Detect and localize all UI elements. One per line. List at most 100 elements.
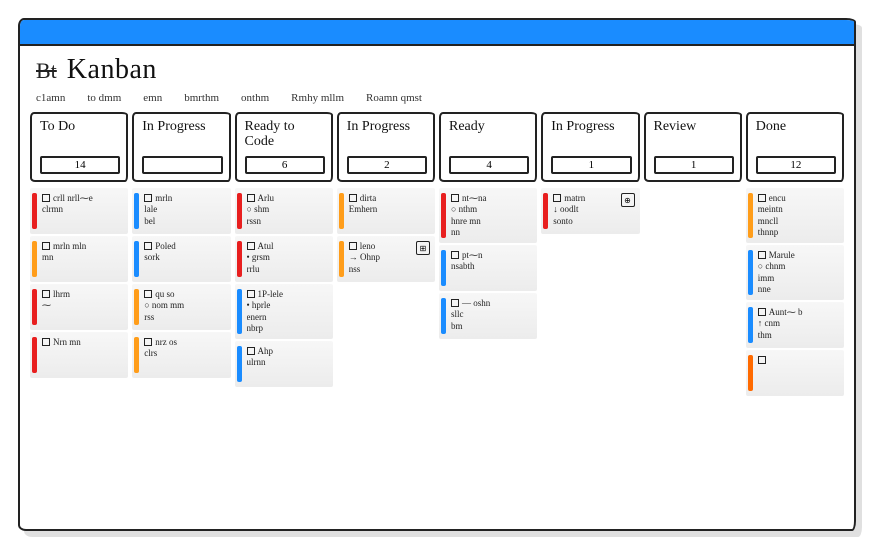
column-title: Done — [756, 120, 836, 135]
kanban-card[interactable]: Poled sork — [132, 236, 230, 282]
card-body: pt⁓n nsabth — [451, 250, 531, 286]
crumb-item[interactable]: Rmhy mllm — [291, 92, 344, 104]
card-stripe — [543, 193, 548, 229]
card-stripe — [339, 241, 344, 277]
kanban-card[interactable]: nt⁓na ○ nthm hnre mn nn — [439, 188, 537, 243]
checkbox-icon[interactable] — [144, 290, 152, 298]
crumb-item[interactable]: c1amn — [36, 92, 65, 104]
checkbox-icon[interactable] — [144, 338, 152, 346]
card-body: Marule ○ chnm imm nne — [758, 250, 838, 295]
kanban-card[interactable]: matrn ↓ oodlt sonto⊕ — [541, 188, 639, 234]
checkbox-icon[interactable] — [758, 251, 766, 259]
card-stripe — [32, 193, 37, 229]
kanban-column: To Do14 crll nrll⁓e clrmn mrln mln mn lhrm … — [30, 112, 128, 519]
card-stripe — [237, 346, 242, 382]
checkbox-icon[interactable] — [144, 194, 152, 202]
checkbox-icon[interactable] — [553, 194, 561, 202]
checkbox-icon[interactable] — [451, 299, 459, 307]
card-stripe — [237, 193, 242, 229]
kanban-card[interactable]: nrz os clrs — [132, 332, 230, 378]
checkbox-icon[interactable] — [42, 290, 50, 298]
checkbox-icon[interactable] — [758, 308, 766, 316]
checkbox-icon[interactable] — [349, 242, 357, 250]
kanban-column: In Progress 1 matrn ↓ oodlt sonto⊕ — [541, 112, 639, 519]
card-body: mrln lale bel — [144, 193, 224, 229]
column-header[interactable]: In Progress2 — [337, 112, 435, 182]
column-title: In Progress — [551, 120, 631, 135]
crumb-item[interactable]: onthm — [241, 92, 269, 104]
card-body: nrz os clrs — [144, 337, 224, 373]
kanban-card[interactable]: crll nrll⁓e clrmn — [30, 188, 128, 234]
checkbox-icon[interactable] — [42, 194, 50, 202]
column-count: 6 — [245, 156, 325, 174]
card-list: mrln lale bel Poled sork qu so ○ nom mm rs… — [132, 188, 230, 378]
column-header[interactable]: Review1 — [644, 112, 742, 182]
card-badge-icon[interactable]: ⊞ — [416, 241, 430, 255]
checkbox-icon[interactable] — [42, 242, 50, 250]
crumb-item[interactable]: to dmm — [87, 92, 121, 104]
kanban-card[interactable]: qu so ○ nom mm rss — [132, 284, 230, 330]
checkbox-icon[interactable] — [451, 194, 459, 202]
checkbox-icon[interactable] — [247, 347, 255, 355]
kanban-card[interactable]: lhrm ⁓ — [30, 284, 128, 330]
checkbox-icon[interactable] — [758, 194, 766, 202]
kanban-card[interactable]: encu meintn mncll thnnp — [746, 188, 844, 243]
checkbox-icon[interactable] — [758, 356, 766, 364]
kanban-column: In Progress mrln lale bel Poled sork qu so … — [132, 112, 230, 519]
checkbox-icon[interactable] — [144, 242, 152, 250]
kanban-card[interactable]: dirta Emhern — [337, 188, 435, 234]
card-stripe — [748, 193, 753, 238]
kanban-card[interactable]: Aunt⁓ b ↑ cnm thm — [746, 302, 844, 348]
card-body: qu so ○ nom mm rss — [144, 289, 224, 325]
column-count: 1 — [654, 156, 734, 174]
card-stripe — [134, 337, 139, 373]
kanban-card[interactable]: Marule ○ chnm imm nne — [746, 245, 844, 300]
board-header: Bt Kanban c1amn to dmm emn bmrthm onthm … — [20, 46, 854, 106]
column-header[interactable]: Done 12 — [746, 112, 844, 182]
checkbox-icon[interactable] — [247, 290, 255, 298]
card-body: crll nrll⁓e clrmn — [42, 193, 122, 229]
kanban-column: Ready4 nt⁓na ○ nthm hnre mn nn pt⁓n nsabth… — [439, 112, 537, 519]
card-body: mrln mln mn — [42, 241, 122, 277]
crumb-item[interactable]: Roamn qmst — [366, 92, 422, 104]
window-titlebar — [20, 20, 854, 46]
kanban-card[interactable]: pt⁓n nsabth — [439, 245, 537, 291]
card-list: matrn ↓ oodlt sonto⊕ — [541, 188, 639, 234]
crumb-item[interactable]: emn — [143, 92, 162, 104]
kanban-card[interactable]: mrln mln mn — [30, 236, 128, 282]
column-title: In Progress — [142, 120, 222, 135]
kanban-card[interactable]: Arlu ○ shm rssn — [235, 188, 333, 234]
column-header[interactable]: In Progress 1 — [541, 112, 639, 182]
kanban-board: To Do14 crll nrll⁓e clrmn mrln mln mn lhrm … — [20, 106, 854, 529]
kanban-card[interactable]: Atul • grsm rrlu — [235, 236, 333, 282]
column-header[interactable]: To Do14 — [30, 112, 128, 182]
kanban-card[interactable]: — oshn sllc bm — [439, 293, 537, 339]
kanban-card[interactable]: 1P-lele • hprle enern nbrp — [235, 284, 333, 339]
checkbox-icon[interactable] — [247, 242, 255, 250]
checkbox-icon[interactable] — [247, 194, 255, 202]
checkbox-icon[interactable] — [42, 338, 50, 346]
checkbox-icon[interactable] — [451, 251, 459, 259]
card-list: crll nrll⁓e clrmn mrln mln mn lhrm ⁓ Nrn mn — [30, 188, 128, 378]
column-header[interactable]: Ready to Code6 — [235, 112, 333, 182]
kanban-card[interactable] — [746, 350, 844, 396]
column-header[interactable]: Ready4 — [439, 112, 537, 182]
kanban-column: Review1 — [644, 112, 742, 519]
card-body: lhrm ⁓ — [42, 289, 122, 325]
card-badge-icon[interactable]: ⊕ — [621, 193, 635, 207]
card-stripe — [32, 241, 37, 277]
kanban-card[interactable]: leno → Ohnp nss⊞ — [337, 236, 435, 282]
crumb-item[interactable]: bmrthm — [184, 92, 219, 104]
breadcrumb: c1amn to dmm emn bmrthm onthm Rmhy mllm … — [36, 92, 838, 104]
column-count: 12 — [756, 156, 836, 174]
card-stripe — [748, 355, 753, 391]
card-body: Atul • grsm rrlu — [247, 241, 327, 277]
column-count: 1 — [551, 156, 631, 174]
kanban-card[interactable]: mrln lale bel — [132, 188, 230, 234]
kanban-card[interactable]: Ahp ulrnn — [235, 341, 333, 387]
checkbox-icon[interactable] — [349, 194, 357, 202]
kanban-card[interactable]: Nrn mn — [30, 332, 128, 378]
card-body — [758, 355, 838, 391]
page-title: Kanban — [67, 54, 157, 86]
column-header[interactable]: In Progress — [132, 112, 230, 182]
